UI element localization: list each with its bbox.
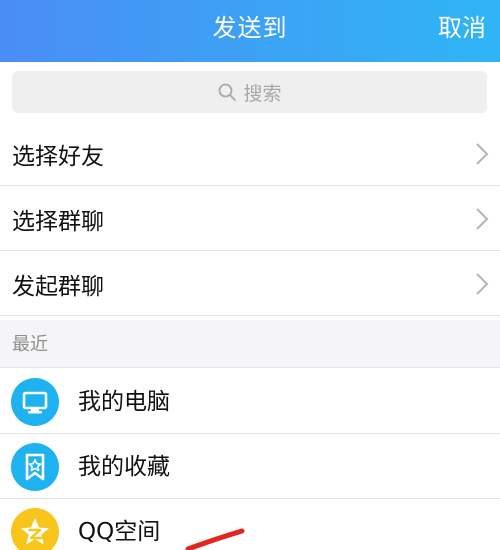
chevron-right-icon	[476, 208, 489, 230]
recent-item-label: 我的电脑	[78, 389, 170, 415]
search-input[interactable]: 搜索	[12, 71, 487, 113]
recent-item-my-favorites[interactable]: 我的收藏	[0, 434, 500, 499]
recent-item-qzone[interactable]: QQ空间	[0, 499, 500, 550]
select-group-chat-row[interactable]: 选择群聊	[0, 187, 500, 251]
start-group-chat-label: 发起群聊	[12, 273, 104, 300]
annotation-stroke	[185, 528, 245, 550]
start-group-chat-row[interactable]: 发起群聊	[0, 252, 500, 316]
computer-icon	[11, 378, 59, 426]
qzone-star-icon	[11, 508, 59, 550]
select-friends-label: 选择好友	[12, 143, 104, 170]
chevron-right-icon	[476, 143, 489, 165]
recent-item-my-computer[interactable]: 我的电脑	[0, 369, 500, 434]
chevron-right-icon	[476, 273, 489, 295]
bookmark-star-icon	[11, 443, 59, 491]
recent-section-header: 最近	[0, 320, 500, 368]
cancel-button[interactable]: 取消	[438, 0, 486, 62]
recent-item-label: 我的收藏	[78, 454, 170, 480]
header-bar: 发送到 取消	[0, 0, 500, 62]
select-friends-row[interactable]: 选择好友	[0, 122, 500, 186]
search-area: 搜索	[0, 62, 500, 122]
select-group-chat-label: 选择群聊	[12, 208, 104, 235]
page-title: 发送到	[212, 14, 288, 42]
recent-item-label: QQ空间	[78, 519, 161, 545]
search-icon	[219, 83, 237, 101]
search-placeholder: 搜索	[243, 82, 282, 105]
